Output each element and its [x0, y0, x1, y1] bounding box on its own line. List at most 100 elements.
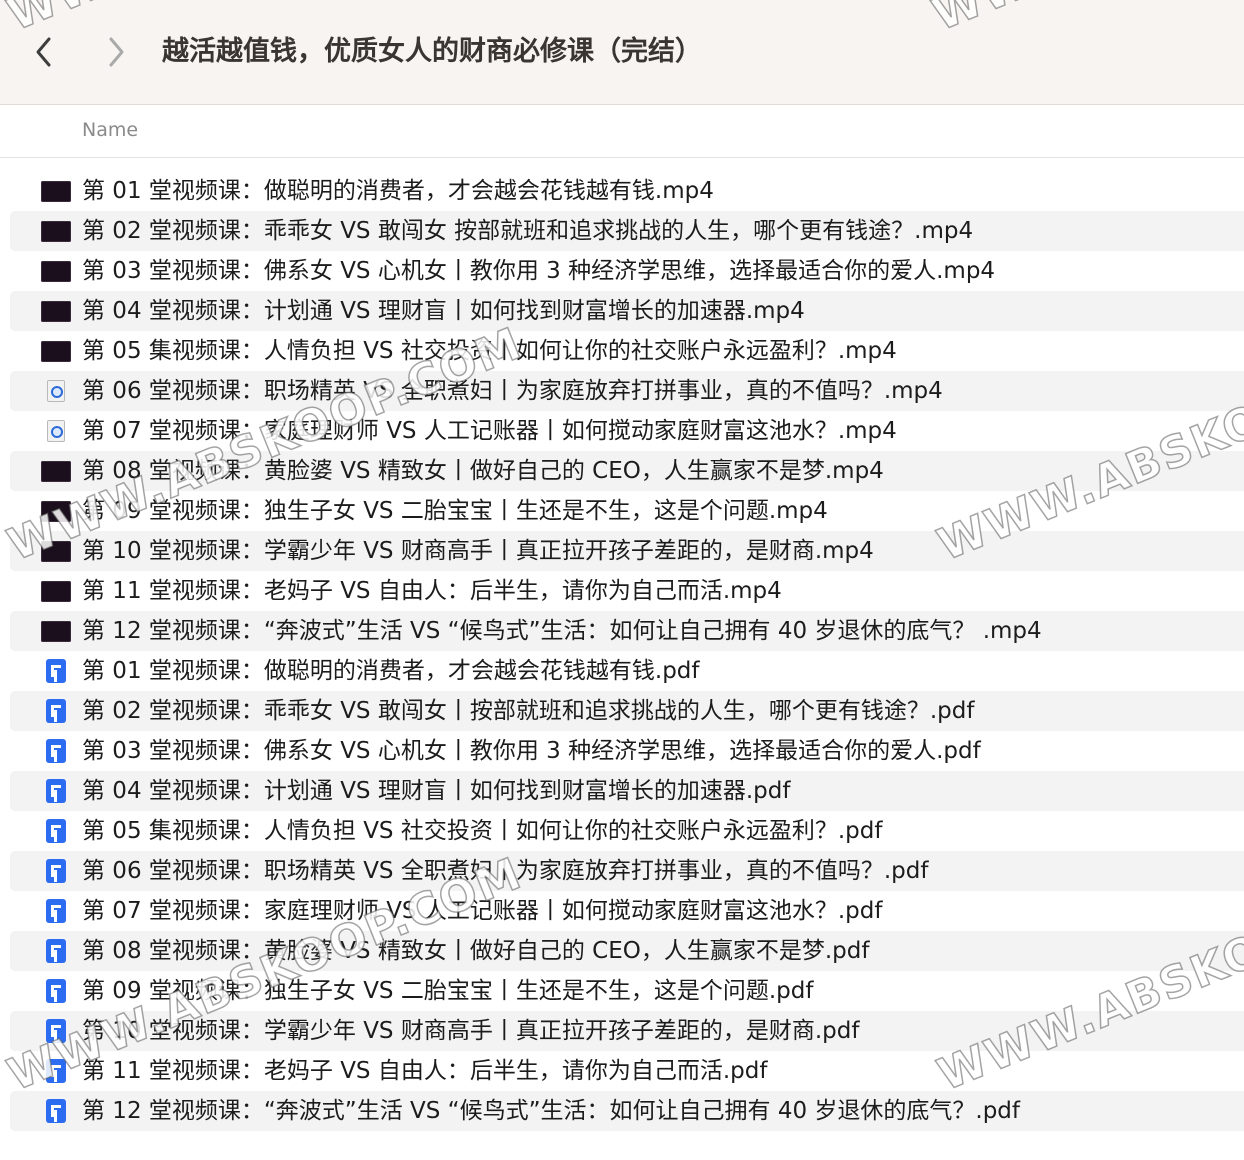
file-name: 第 04 堂视频课：计划通 VS 理财盲丨如何找到财富增长的加速器.mp4: [82, 298, 805, 324]
pdf-file-glyph: [46, 979, 66, 1003]
list-item[interactable]: 第 05 集视频课：人情负担 VS 社交投资丨如何让你的社交账户永远盈利？.pd…: [10, 811, 1244, 851]
pdf-file-icon: [40, 819, 72, 843]
pdf-file-icon: [40, 899, 72, 923]
forward-button[interactable]: [98, 30, 134, 74]
pdf-file-glyph: [46, 659, 66, 683]
name-column-header[interactable]: Name: [82, 119, 138, 141]
list-item[interactable]: 第 09 堂视频课：独生子女 VS 二胎宝宝丨生还是不生，这是个问题.mp4: [10, 491, 1244, 531]
pdf-file-glyph: [46, 1099, 66, 1123]
video-thumbnail-icon: [40, 339, 72, 363]
file-name: 第 01 堂视频课：做聪明的消费者，才会越会花钱越有钱.pdf: [82, 658, 700, 684]
file-list: 第 01 堂视频课：做聪明的消费者，才会越会花钱越有钱.mp4 第 02 堂视频课…: [0, 171, 1244, 1131]
video-thumbnail-icon: [40, 459, 72, 483]
video-thumbnail-glyph: [41, 220, 71, 242]
list-item[interactable]: 第 04 堂视频课：计划通 VS 理财盲丨如何找到财富增长的加速器.mp4: [10, 291, 1244, 331]
file-name: 第 09 堂视频课：独生子女 VS 二胎宝宝丨生还是不生，这是个问题.pdf: [82, 978, 814, 1004]
pdf-file-icon: [40, 739, 72, 763]
video-thumbnail-glyph: [41, 300, 71, 322]
pdf-file-glyph: [46, 899, 66, 923]
video-thumbnail-glyph: [41, 460, 71, 482]
list-item[interactable]: 第 02 堂视频课：乖乖女 VS 敢闯女 按部就班和追求挑战的人生，哪个更有钱途…: [10, 211, 1244, 251]
list-item[interactable]: 第 10 堂视频课：学霸少年 VS 财商高手丨真正拉开孩子差距的，是财商.mp4: [10, 531, 1244, 571]
list-item[interactable]: 第 12 堂视频课：“奔波式”生活 VS “候鸟式”生活：如何让自己拥有 40 …: [10, 611, 1244, 651]
pdf-file-icon: [40, 859, 72, 883]
pdf-file-glyph: [46, 739, 66, 763]
list-item[interactable]: 第 01 堂视频课：做聪明的消费者，才会越会花钱越有钱.mp4: [10, 171, 1244, 211]
file-name: 第 06 堂视频课：职场精英 VS 全职煮妇丨为家庭放弃打拼事业，真的不值吗？.…: [82, 858, 929, 884]
video-thumbnail-icon: [40, 579, 72, 603]
list-item[interactable]: 第 02 堂视频课：乖乖女 VS 敢闯女丨按部就班和追求挑战的人生，哪个更有钱途…: [10, 691, 1244, 731]
video-thumbnail-icon: [40, 619, 72, 643]
list-item[interactable]: 第 10 堂视频课：学霸少年 VS 财商高手丨真正拉开孩子差距的，是财商.pdf: [10, 1011, 1244, 1051]
pdf-file-icon: [40, 979, 72, 1003]
pdf-file-glyph: [46, 819, 66, 843]
pdf-file-glyph: [46, 1059, 66, 1083]
video-thumbnail-icon: [40, 539, 72, 563]
back-button[interactable]: [26, 30, 62, 74]
list-item[interactable]: 第 11 堂视频课：老妈子 VS 自由人：后半生，请你为自己而活.pdf: [10, 1051, 1244, 1091]
file-name: 第 11 堂视频课：老妈子 VS 自由人：后半生，请你为自己而活.pdf: [82, 1058, 768, 1084]
chevron-right-icon: [109, 37, 124, 67]
list-item[interactable]: 第 07 堂视频课：家庭理财师 VS 人工记账器丨如何搅动家庭财富这池水？.pd…: [10, 891, 1244, 931]
file-name: 第 08 堂视频课：黄脸婆 VS 精致女丨做好自己的 CEO，人生赢家不是梦.p…: [82, 938, 870, 964]
video-thumbnail-glyph: [41, 260, 71, 282]
list-item[interactable]: 第 11 堂视频课：老妈子 VS 自由人：后半生，请你为自己而活.mp4: [10, 571, 1244, 611]
list-item[interactable]: 第 08 堂视频课：黄脸婆 VS 精致女丨做好自己的 CEO，人生赢家不是梦.m…: [10, 451, 1244, 491]
video-thumbnail-icon: [40, 259, 72, 283]
pdf-file-glyph: [46, 779, 66, 803]
video-thumbnail-glyph: [41, 180, 71, 202]
file-name: 第 10 堂视频课：学霸少年 VS 财商高手丨真正拉开孩子差距的，是财商.mp4: [82, 538, 874, 564]
list-item[interactable]: 第 09 堂视频课：独生子女 VS 二胎宝宝丨生还是不生，这是个问题.pdf: [10, 971, 1244, 1011]
video-thumbnail-glyph: [41, 340, 71, 362]
file-name: 第 10 堂视频课：学霸少年 VS 财商高手丨真正拉开孩子差距的，是财商.pdf: [82, 1018, 860, 1044]
list-item[interactable]: 第 07 堂视频课：家庭理财师 VS 人工记账器丨如何搅动家庭财富这池水？.mp…: [10, 411, 1244, 451]
list-item[interactable]: 第 12 堂视频课：“奔波式”生活 VS “候鸟式”生活：如何让自己拥有 40 …: [10, 1091, 1244, 1131]
list-item[interactable]: 第 05 集视频课：人情负担 VS 社交投资丨如何让你的社交账户永远盈利？.mp…: [10, 331, 1244, 371]
list-item[interactable]: 第 04 堂视频课：计划通 VS 理财盲丨如何找到财富增长的加速器.pdf: [10, 771, 1244, 811]
quicktime-file-icon: [40, 419, 72, 443]
quicktime-file-glyph: [47, 380, 65, 402]
finder-toolbar: 越活越值钱，优质女人的财商必修课（完结）: [0, 0, 1244, 105]
list-item[interactable]: 第 01 堂视频课：做聪明的消费者，才会越会花钱越有钱.pdf: [10, 651, 1244, 691]
video-thumbnail-glyph: [41, 540, 71, 562]
file-name: 第 01 堂视频课：做聪明的消费者，才会越会花钱越有钱.mp4: [82, 178, 714, 204]
video-thumbnail-icon: [40, 299, 72, 323]
list-item[interactable]: 第 08 堂视频课：黄脸婆 VS 精致女丨做好自己的 CEO，人生赢家不是梦.p…: [10, 931, 1244, 971]
pdf-file-icon: [40, 659, 72, 683]
video-thumbnail-glyph: [41, 580, 71, 602]
list-item[interactable]: 第 06 堂视频课：职场精英 VS 全职煮妇丨为家庭放弃打拼事业，真的不值吗？.…: [10, 371, 1244, 411]
video-thumbnail-icon: [40, 219, 72, 243]
file-name: 第 06 堂视频课：职场精英 VS 全职煮妇丨为家庭放弃打拼事业，真的不值吗？.…: [82, 378, 943, 404]
file-name: 第 02 堂视频课：乖乖女 VS 敢闯女 按部就班和追求挑战的人生，哪个更有钱途…: [82, 218, 974, 244]
file-name: 第 12 堂视频课：“奔波式”生活 VS “候鸟式”生活：如何让自己拥有 40 …: [82, 618, 1042, 644]
file-name: 第 11 堂视频课：老妈子 VS 自由人：后半生，请你为自己而活.mp4: [82, 578, 782, 604]
file-name: 第 05 集视频课：人情负担 VS 社交投资丨如何让你的社交账户永远盈利？.mp…: [82, 338, 897, 364]
file-name: 第 09 堂视频课：独生子女 VS 二胎宝宝丨生还是不生，这是个问题.mp4: [82, 498, 828, 524]
file-name: 第 07 堂视频课：家庭理财师 VS 人工记账器丨如何搅动家庭财富这池水？.pd…: [82, 898, 883, 924]
pdf-file-glyph: [46, 699, 66, 723]
pdf-file-icon: [40, 779, 72, 803]
video-thumbnail-icon: [40, 179, 72, 203]
pdf-file-glyph: [46, 859, 66, 883]
chevron-left-icon: [36, 37, 51, 67]
video-thumbnail-glyph: [41, 500, 71, 522]
pdf-file-icon: [40, 1059, 72, 1083]
pdf-file-icon: [40, 1019, 72, 1043]
list-item[interactable]: 第 03 堂视频课：佛系女 VS 心机女丨教你用 3 种经济学思维，选择最适合你…: [10, 731, 1244, 771]
file-name: 第 08 堂视频课：黄脸婆 VS 精致女丨做好自己的 CEO，人生赢家不是梦.m…: [82, 458, 884, 484]
file-name: 第 04 堂视频课：计划通 VS 理财盲丨如何找到财富增长的加速器.pdf: [82, 778, 791, 804]
file-name: 第 05 集视频课：人情负担 VS 社交投资丨如何让你的社交账户永远盈利？.pd…: [82, 818, 883, 844]
quicktime-file-icon: [40, 379, 72, 403]
video-thumbnail-icon: [40, 499, 72, 523]
video-thumbnail-glyph: [41, 620, 71, 642]
file-name: 第 07 堂视频课：家庭理财师 VS 人工记账器丨如何搅动家庭财富这池水？.mp…: [82, 418, 897, 444]
window-title: 越活越值钱，优质女人的财商必修课（完结）: [162, 36, 702, 67]
file-name: 第 03 堂视频课：佛系女 VS 心机女丨教你用 3 种经济学思维，选择最适合你…: [82, 258, 996, 284]
pdf-file-glyph: [46, 1019, 66, 1043]
pdf-file-icon: [40, 939, 72, 963]
list-item[interactable]: 第 06 堂视频课：职场精英 VS 全职煮妇丨为家庭放弃打拼事业，真的不值吗？.…: [10, 851, 1244, 891]
pdf-file-glyph: [46, 939, 66, 963]
list-item[interactable]: 第 03 堂视频课：佛系女 VS 心机女丨教你用 3 种经济学思维，选择最适合你…: [10, 251, 1244, 291]
pdf-file-icon: [40, 1099, 72, 1123]
quicktime-file-glyph: [47, 420, 65, 442]
